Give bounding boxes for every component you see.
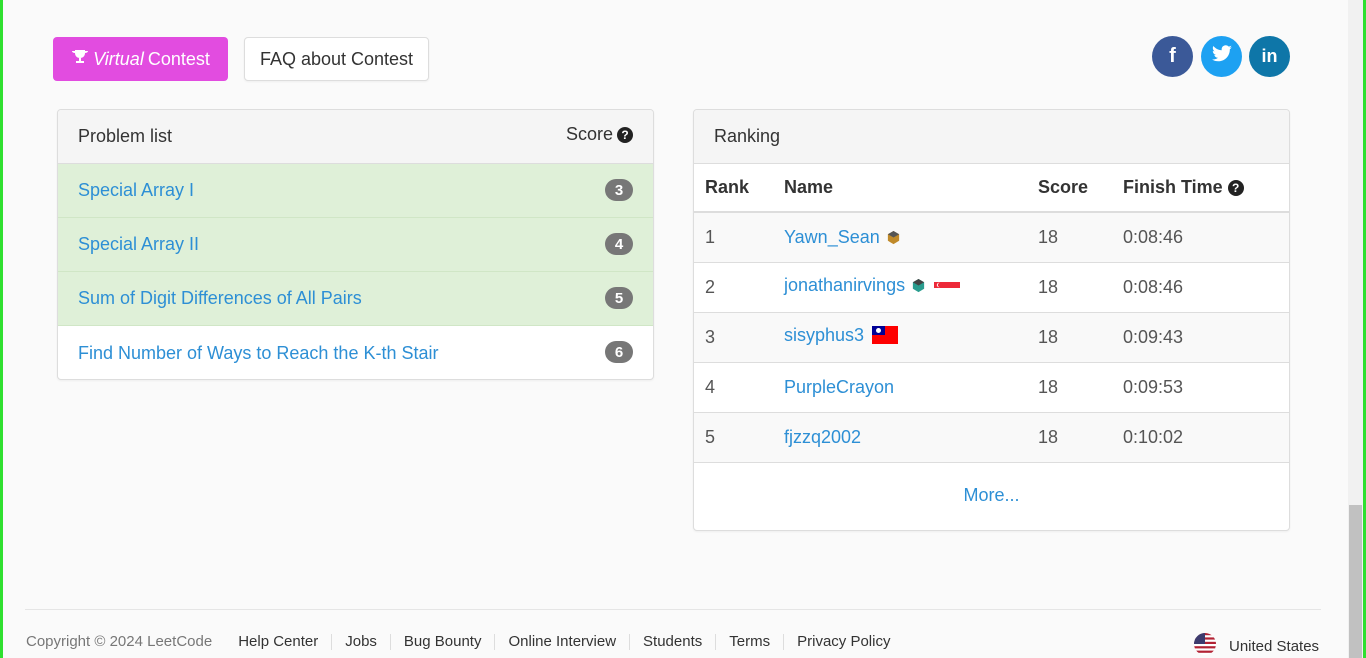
ranking-table: Rank Name Score Finish Time ? 1 Yawn_Sean…: [694, 164, 1289, 463]
footer-link[interactable]: Jobs: [332, 633, 391, 650]
score-cell: 18: [1027, 262, 1112, 313]
taiwan-flag-icon: [872, 326, 899, 349]
finish-time-cell: 0:09:43: [1112, 312, 1289, 363]
us-flag-icon: [1193, 632, 1217, 658]
scrollbar-thumb[interactable]: [1349, 505, 1362, 658]
rank-cell: 4: [694, 362, 773, 413]
user-profile-link[interactable]: jonathanirvings: [784, 275, 905, 295]
twitter-share-button[interactable]: [1201, 36, 1242, 77]
footer-link[interactable]: Students: [630, 633, 717, 650]
ranking-row: 5 fjzzq2002 18 0:10:02: [694, 412, 1289, 463]
user-profile-link[interactable]: PurpleCrayon: [784, 377, 894, 397]
help-icon[interactable]: ?: [1227, 179, 1244, 196]
rank-cell: 3: [694, 312, 773, 363]
help-icon[interactable]: ?: [617, 126, 633, 143]
finish-time-cell: 0:08:46: [1112, 212, 1289, 263]
twitter-icon: [1211, 44, 1233, 69]
ranking-panel: Ranking Rank Name Score Finish Time ? 1Y…: [693, 109, 1290, 531]
footer-link[interactable]: Privacy Policy: [784, 633, 903, 650]
virtual-contest-label: Contest: [147, 48, 210, 69]
user-profile-link[interactable]: Yawn_Sean: [784, 227, 880, 247]
problem-link[interactable]: Special Array II: [78, 234, 199, 255]
score-cell: 18: [1027, 362, 1112, 413]
user-profile-link[interactable]: sisyphus3: [784, 325, 864, 345]
score-cell: 18: [1027, 212, 1112, 263]
score-header: Score ?: [566, 124, 633, 145]
problem-score-badge: 4: [605, 233, 633, 255]
finish-time-label: Finish Time: [1123, 177, 1223, 197]
problem-row: Sum of Digit Differences of All Pairs 5: [58, 272, 653, 326]
facebook-share-button[interactable]: f: [1152, 36, 1193, 77]
ranking-row: 3 sisyphus3 18 0:09:43: [694, 312, 1289, 363]
locale-label: United States: [1229, 637, 1320, 655]
name-cell: PurpleCrayon: [773, 362, 1027, 413]
knight-badge-icon: [886, 229, 901, 244]
ranking-header: Ranking: [694, 110, 1289, 164]
ranking-row: 2 jonathanirvings 18 0:08:46: [694, 262, 1289, 313]
copyright-text: Copyright © 2024 LeetCode: [26, 633, 213, 650]
more-ranking-link[interactable]: More...: [963, 485, 1019, 506]
ranking-row: 1 Yawn_Sean 18 0:08:46: [694, 212, 1289, 263]
problem-link[interactable]: Sum of Digit Differences of All Pairs: [78, 288, 362, 309]
virtual-contest-italic: Virtual: [93, 48, 144, 69]
ranking-title: Ranking: [714, 126, 781, 146]
finish-time-cell: 0:10:02: [1112, 412, 1289, 463]
virtual-contest-button[interactable]: Virtual Contest: [53, 37, 228, 81]
footer-link[interactable]: Online Interview: [495, 633, 631, 650]
name-cell: sisyphus3: [773, 312, 1027, 363]
problem-row: Special Array I 3: [58, 164, 653, 218]
column-header-score: Score: [1027, 164, 1112, 213]
faq-contest-button[interactable]: FAQ about Contest: [244, 37, 429, 81]
problem-row: Find Number of Ways to Reach the K-th St…: [58, 326, 653, 379]
rank-cell: 1: [694, 212, 773, 263]
problem-score-badge: 5: [605, 287, 633, 309]
column-header-rank: Rank: [694, 164, 773, 213]
score-label: Score: [565, 124, 613, 144]
facebook-icon: f: [1169, 45, 1176, 67]
name-cell: jonathanirvings: [773, 262, 1027, 313]
footer-link[interactable]: Help Center: [238, 633, 333, 650]
problem-list-header: Problem list Score ?: [58, 110, 653, 164]
rank-cell: 5: [694, 412, 773, 463]
ranking-row: 4 PurpleCrayon 18 0:09:53: [694, 362, 1289, 413]
linkedin-share-button[interactable]: in: [1249, 36, 1290, 77]
user-profile-link[interactable]: fjzzq2002: [784, 427, 861, 447]
singapore-flag-icon: [934, 278, 961, 299]
locale-selector[interactable]: United States: [1193, 632, 1319, 658]
footer-divider: [25, 609, 1321, 610]
column-header-name: Name: [773, 164, 1027, 213]
problem-link[interactable]: Special Array I: [78, 180, 194, 201]
problem-score-badge: 6: [605, 341, 633, 363]
problem-row: Special Array II 4: [58, 218, 653, 272]
problem-score-badge: 3: [605, 179, 633, 201]
rank-cell: 2: [694, 262, 773, 313]
problem-list-title: Problem list: [78, 126, 173, 146]
guardian-badge-icon: [911, 277, 926, 293]
problem-link[interactable]: Find Number of Ways to Reach the K-th St…: [78, 343, 438, 364]
score-cell: 18: [1027, 312, 1112, 363]
linkedin-icon: in: [1261, 46, 1278, 66]
footer-link[interactable]: Terms: [716, 633, 785, 650]
trophy-icon: [71, 49, 89, 70]
footer: Copyright © 2024 LeetCode Help Center Job…: [26, 633, 903, 650]
score-cell: 18: [1027, 412, 1112, 463]
problem-list-panel: Problem list Score ? Special Array I 3 Spe…: [57, 109, 654, 380]
name-cell: fjzzq2002: [773, 412, 1027, 463]
more-link-container: More...: [694, 463, 1289, 529]
finish-time-cell: 0:08:46: [1112, 262, 1289, 313]
name-cell: Yawn_Sean: [773, 212, 1027, 263]
finish-time-cell: 0:09:53: [1112, 362, 1289, 413]
column-header-finish-time: Finish Time ?: [1112, 164, 1289, 213]
footer-link[interactable]: Bug Bounty: [391, 633, 496, 650]
